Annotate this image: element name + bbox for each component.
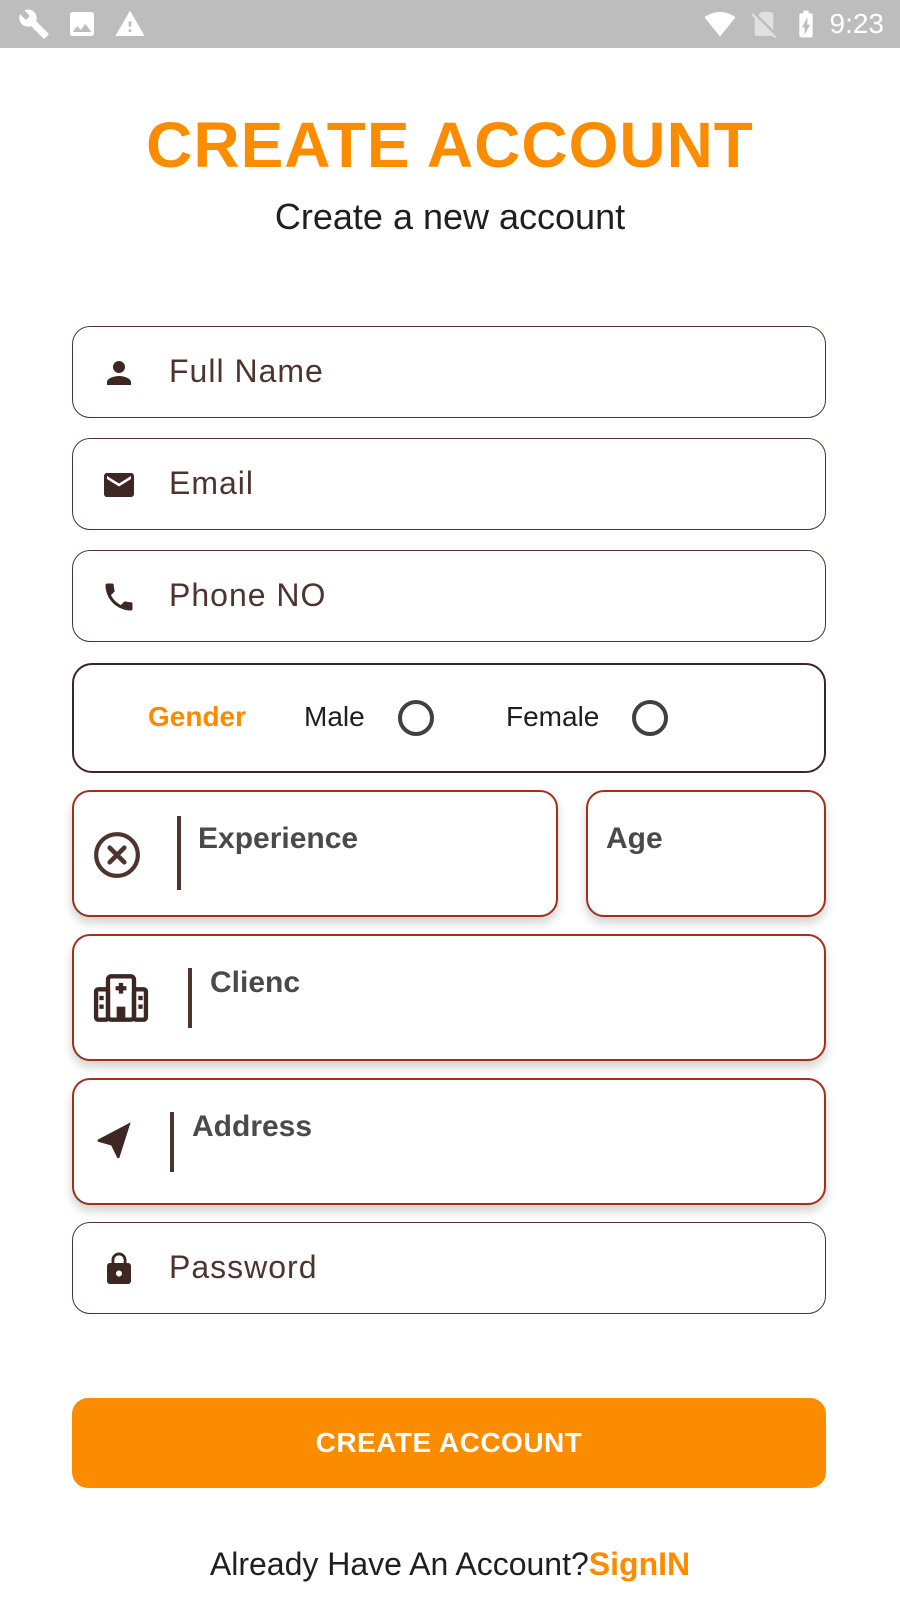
age-field[interactable]: Age: [586, 790, 826, 917]
gender-option-male-label[interactable]: Male: [304, 701, 365, 733]
full-name-placeholder: Full Name: [169, 353, 324, 389]
phone-placeholder: Phone NO: [169, 577, 327, 613]
hospital-icon: [93, 974, 149, 1022]
full-name-field[interactable]: Full Name: [72, 326, 826, 418]
password-placeholder: Password: [169, 1249, 318, 1285]
cancel-circle-icon[interactable]: [92, 830, 142, 880]
create-account-screen: 9:23 CREATE ACCOUNT Create a new account…: [0, 0, 900, 1600]
clinic-field[interactable]: Clienc: [72, 934, 826, 1061]
page-title: CREATE ACCOUNT: [146, 109, 754, 181]
phone-field[interactable]: Phone NO: [72, 550, 826, 642]
gender-male-radio[interactable]: [398, 700, 434, 736]
gender-selector: Gender Male Female: [72, 663, 826, 773]
no-sim-icon: [751, 12, 777, 39]
wrench-icon: [19, 9, 49, 39]
address-label: Address: [192, 1110, 313, 1143]
page-subtitle: Create a new account: [274, 196, 626, 237]
email-field[interactable]: Email: [72, 438, 826, 530]
experience-field[interactable]: Experience: [72, 790, 558, 917]
experience-divider: [177, 816, 181, 890]
status-bar: 9:23: [0, 0, 900, 48]
gender-option-female-label[interactable]: Female: [506, 701, 599, 733]
clock: 9:23: [829, 8, 885, 39]
experience-label: Experience: [198, 822, 359, 855]
signin-prompt-text: Already Have An Account?: [209, 1546, 589, 1582]
navigation-arrow-icon: [97, 1122, 131, 1159]
mail-icon: [104, 473, 134, 497]
gender-female-radio[interactable]: [632, 700, 668, 736]
person-icon: [107, 361, 131, 385]
lock-icon: [107, 1252, 131, 1284]
email-placeholder: Email: [169, 465, 255, 501]
clinic-label: Clienc: [210, 966, 301, 999]
signin-link[interactable]: SignIN: [589, 1546, 690, 1582]
phone-icon: [105, 583, 133, 611]
warning-icon: [115, 10, 145, 36]
image-icon: [70, 12, 94, 36]
clinic-divider: [188, 968, 192, 1028]
signin-prompt: Already Have An Account?SignIN: [0, 1546, 900, 1583]
address-field[interactable]: Address: [72, 1078, 826, 1205]
age-label: Age: [606, 822, 663, 855]
wifi-icon: [704, 12, 736, 37]
gender-label: Gender: [148, 701, 247, 732]
password-field[interactable]: Password: [72, 1222, 826, 1314]
address-divider: [170, 1112, 174, 1172]
create-account-button[interactable]: CREATE ACCOUNT: [72, 1398, 826, 1488]
battery-charging-icon: [799, 10, 813, 38]
